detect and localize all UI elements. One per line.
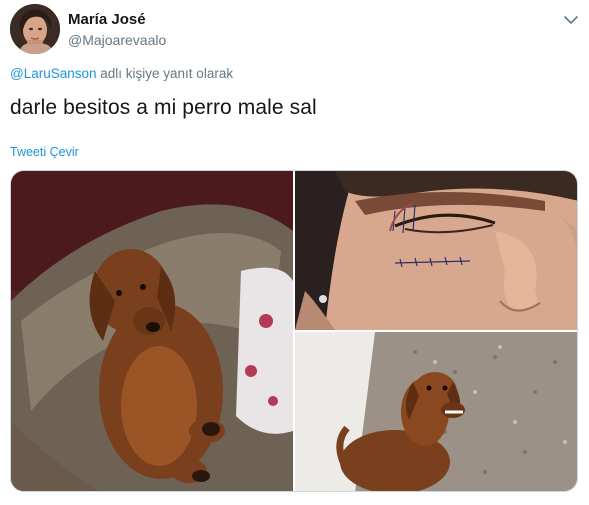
avatar-photo-icon	[10, 4, 60, 54]
reply-context: @LaruSanson adlı kişiye yanıt olarak	[10, 66, 233, 81]
dog-photo-icon	[295, 332, 577, 491]
avatar[interactable]	[10, 4, 60, 54]
media-photo-dog-on-pillows[interactable]	[11, 171, 293, 491]
reply-mention-link[interactable]: @LaruSanson	[10, 66, 97, 81]
tweet-text: darle besitos a mi perro male sal	[10, 96, 317, 119]
reply-context-text: adlı kişiye yanıt olarak	[96, 66, 234, 81]
media-photo-stitched-eye[interactable]	[295, 171, 577, 330]
dog-photo-icon	[11, 171, 293, 491]
author-display-name[interactable]: María José	[68, 11, 146, 28]
translate-tweet-link[interactable]: Tweeti Çevir	[10, 145, 79, 159]
tweet-menu-button[interactable]	[561, 10, 581, 30]
media-photo-dog-sitting[interactable]	[295, 332, 577, 491]
injury-photo-icon	[295, 171, 577, 330]
chevron-down-icon	[564, 16, 578, 24]
media-grid	[10, 170, 578, 492]
author-handle[interactable]: @Majoarevaalo	[68, 32, 166, 48]
